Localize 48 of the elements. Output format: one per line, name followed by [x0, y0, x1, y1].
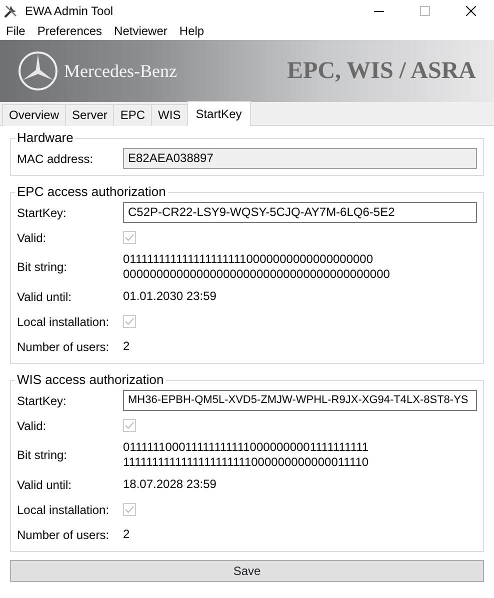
- star-logo-icon: [18, 51, 58, 91]
- input-field[interactable]: MH36-EPBH-QM5L-XVD5-ZMJW-WPHL-R9JX-XG94-T4LX-8ST8-YS: [123, 390, 477, 411]
- maximize-icon: [420, 6, 430, 16]
- tools-icon: [3, 3, 19, 19]
- field-label: Valid until:: [17, 476, 72, 494]
- product-title: EPC, WIS / ASRA: [287, 57, 476, 86]
- field-label: Bit string:: [17, 447, 68, 464]
- field-label: Valid:: [17, 230, 48, 246]
- field-label: Number of users:: [17, 526, 110, 544]
- tab[interactable]: EPC: [113, 104, 152, 126]
- tab[interactable]: Overview: [2, 104, 66, 126]
- group-title: WIS access authorization: [16, 372, 165, 388]
- field-value: 0111111000111111111110000000001111111111: [123, 440, 369, 455]
- field-label: StartKey:: [17, 204, 68, 222]
- checkbox[interactable]: [123, 231, 136, 244]
- group-title: EPC access authorization: [16, 184, 167, 200]
- field-value: 2: [123, 339, 130, 354]
- field-label: Valid:: [17, 418, 48, 434]
- field-label: Local installation:: [17, 502, 110, 518]
- field-value: 01.01.2030 23:59: [123, 289, 216, 304]
- field-label: Bit string:: [17, 259, 68, 276]
- field-label: Local installation:: [17, 314, 110, 330]
- input-field[interactable]: C52P-CR22-LSY9-WQSY-5CJQ-AY7M-6LQ6-5E2: [123, 202, 477, 223]
- group-title: Hardware: [16, 130, 74, 146]
- field-value: 1111111111111111111111000000000000011110: [123, 455, 369, 470]
- window-title: EWA Admin Tool: [25, 3, 114, 20]
- field-label: StartKey:: [17, 392, 68, 410]
- checkbox[interactable]: [123, 419, 136, 432]
- menu-item[interactable]: File: [0, 22, 32, 40]
- field-label: Number of users:: [17, 338, 110, 356]
- field-value: 0000000000000000000000000000000000000000: [123, 267, 390, 282]
- field-value: 2: [123, 527, 130, 542]
- save-button[interactable]: Save: [10, 560, 484, 582]
- close-icon: [466, 6, 476, 16]
- checkbox[interactable]: [123, 315, 136, 328]
- input-field[interactable]: E82AEA038897: [123, 148, 477, 169]
- tab[interactable]: WIS: [151, 104, 188, 126]
- field-value: 0111111111111111111110000000000000000000: [123, 252, 374, 267]
- menu-item[interactable]: Help: [173, 22, 210, 40]
- brand-name: Mercedes-Benz: [64, 60, 178, 82]
- field-label: Valid until:: [17, 288, 72, 306]
- tab[interactable]: StartKey: [186, 101, 251, 126]
- menu-item[interactable]: Netviewer: [108, 22, 174, 40]
- field-label: MAC address:: [17, 150, 94, 168]
- menu-item[interactable]: Preferences: [31, 22, 108, 40]
- checkbox[interactable]: [123, 503, 136, 516]
- tab[interactable]: Server: [65, 104, 114, 126]
- field-value: 18.07.2028 23:59: [123, 477, 216, 492]
